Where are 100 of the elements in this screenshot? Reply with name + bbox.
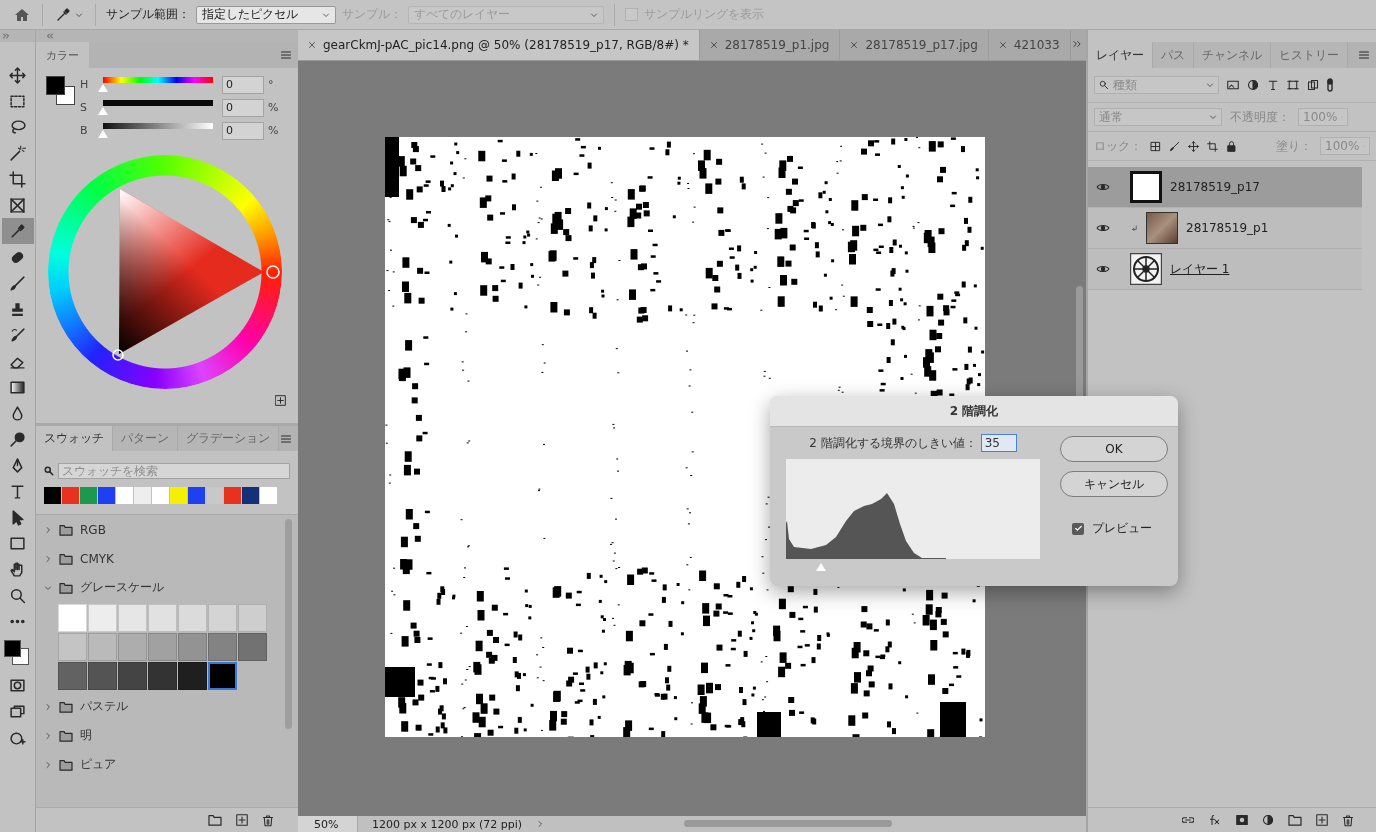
close-icon [998, 41, 1007, 49]
color-swatch[interactable] [134, 487, 151, 504]
color-swatch[interactable] [238, 604, 267, 632]
color-swatch[interactable] [242, 487, 259, 504]
eye-icon [1096, 182, 1110, 192]
layer-row[interactable]: 28178519_p1 [1088, 208, 1362, 249]
overflow-icon [1072, 38, 1082, 49]
color-swatch[interactable] [148, 633, 177, 661]
add-icon [275, 395, 286, 406]
color-swatch[interactable] [206, 487, 223, 504]
group-name: グレースケール [80, 579, 164, 596]
threshold-slider-thumb[interactable] [815, 563, 826, 571]
threshold-field[interactable]: 35 [980, 434, 1017, 452]
chevron-right-icon [44, 760, 52, 769]
dropdown[interactable]: 指定したピクセル [196, 5, 336, 24]
document-tab[interactable]: 421033 [988, 30, 1071, 60]
color-swatch[interactable] [88, 604, 117, 632]
quick-mask-icon [9, 676, 26, 694]
color-swatches-drawing[interactable] [46, 76, 76, 106]
folder-icon [58, 729, 74, 742]
stamp-icon [9, 300, 26, 318]
layer-row[interactable]: 28178519_p17 [1088, 167, 1362, 208]
eye-icon [1096, 264, 1110, 274]
color-swatch[interactable] [80, 487, 97, 504]
layer-name: レイヤー 1 [1170, 260, 1230, 278]
group-name: 明 [80, 727, 92, 744]
type-icon [9, 482, 26, 500]
color-swatch[interactable] [62, 487, 79, 504]
dialog-button[interactable]: キャンセル [1060, 471, 1168, 497]
color-swatch[interactable] [208, 604, 237, 632]
input-field[interactable]: 0 [222, 121, 264, 140]
frame-icon [9, 196, 26, 214]
input-field[interactable]: 0 [222, 75, 264, 94]
collapse-icon [46, 32, 54, 40]
color-swatch[interactable] [58, 604, 87, 632]
color-swatch[interactable] [152, 487, 169, 504]
check-icon [1073, 524, 1083, 533]
tool-button[interactable] [1, 218, 34, 244]
lasso-icon [9, 118, 26, 136]
document-tab[interactable]: 28178519_p17.jpg [840, 30, 989, 60]
eyedropper-icon [9, 222, 26, 240]
checkbox-label: プレビュー [1092, 520, 1152, 537]
gear-thumbnail [1130, 253, 1162, 285]
slider-thumb[interactable] [98, 84, 108, 92]
crop-icon [9, 170, 26, 188]
history-icon [9, 326, 26, 344]
checkbox[interactable] [1072, 522, 1084, 535]
link-icon [1182, 814, 1194, 826]
color-swatch[interactable] [88, 633, 117, 661]
document-tab[interactable]: gearCkmJ-pAC_pic14.png @ 50% (28178519_p17, RGB/8#) * [298, 30, 700, 60]
swatch-group[interactable]: グレースケール [36, 573, 284, 602]
zoom-field[interactable]: 50% [298, 816, 358, 832]
color-swatch[interactable] [88, 662, 117, 690]
color-swatch[interactable] [118, 662, 147, 690]
brush-icon [9, 274, 26, 292]
color-swatch[interactable] [148, 662, 177, 690]
color-swatch[interactable] [58, 662, 87, 690]
group-name: ピュア [80, 756, 116, 773]
document-tab[interactable]: 28178519_p1.jpg [699, 30, 841, 60]
swatch-group[interactable]: CMYK [36, 544, 284, 573]
color-swatch[interactable] [208, 633, 237, 661]
unit-label: % [268, 101, 280, 114]
panel-tab[interactable]: スウォッチ [36, 426, 113, 451]
color-swatch[interactable] [98, 487, 115, 504]
color-swatch[interactable] [238, 633, 267, 661]
color-swatch[interactable] [58, 633, 87, 661]
clip-arrow-icon [1131, 223, 1138, 233]
color-swatch[interactable] [178, 662, 207, 690]
swatch-group[interactable]: RGB [36, 515, 284, 544]
color-swatch[interactable] [118, 633, 147, 661]
swatch-group[interactable]: パステル [36, 692, 284, 721]
layer-row[interactable]: レイヤー 1 [1088, 249, 1362, 290]
color-swatches-drawing[interactable] [3, 638, 32, 668]
slider-thumb[interactable] [98, 130, 108, 138]
color-swatch[interactable] [118, 604, 147, 632]
color-swatch[interactable] [178, 633, 207, 661]
color-swatch[interactable] [188, 487, 205, 504]
color-swatch[interactable] [44, 487, 61, 504]
swatch-group[interactable]: ピュア [36, 750, 284, 779]
color-swatch[interactable] [260, 487, 277, 504]
dialog-button[interactable]: OK [1060, 436, 1168, 462]
add-icon [1316, 814, 1328, 826]
color-swatch[interactable] [178, 604, 207, 632]
input-field[interactable]: 0 [222, 98, 264, 117]
slider-label: B [80, 124, 89, 137]
swatch-group[interactable]: 明 [36, 721, 284, 750]
move-icon [1188, 140, 1199, 152]
color-swatch[interactable] [208, 662, 237, 690]
slider-thumb[interactable] [98, 107, 108, 115]
panel-tab[interactable]: カラー [36, 42, 89, 68]
scrollbar[interactable] [285, 519, 292, 729]
color-swatch[interactable] [116, 487, 133, 504]
panel-tab[interactable]: レイヤー [1088, 42, 1153, 68]
mask-icon [1236, 814, 1248, 826]
lock-transparency-icon [1150, 140, 1161, 152]
color-swatch[interactable] [224, 487, 241, 504]
color-swatch[interactable] [148, 604, 177, 632]
trash-icon [262, 813, 274, 827]
scrollbar[interactable] [684, 820, 892, 827]
color-swatch[interactable] [170, 487, 187, 504]
